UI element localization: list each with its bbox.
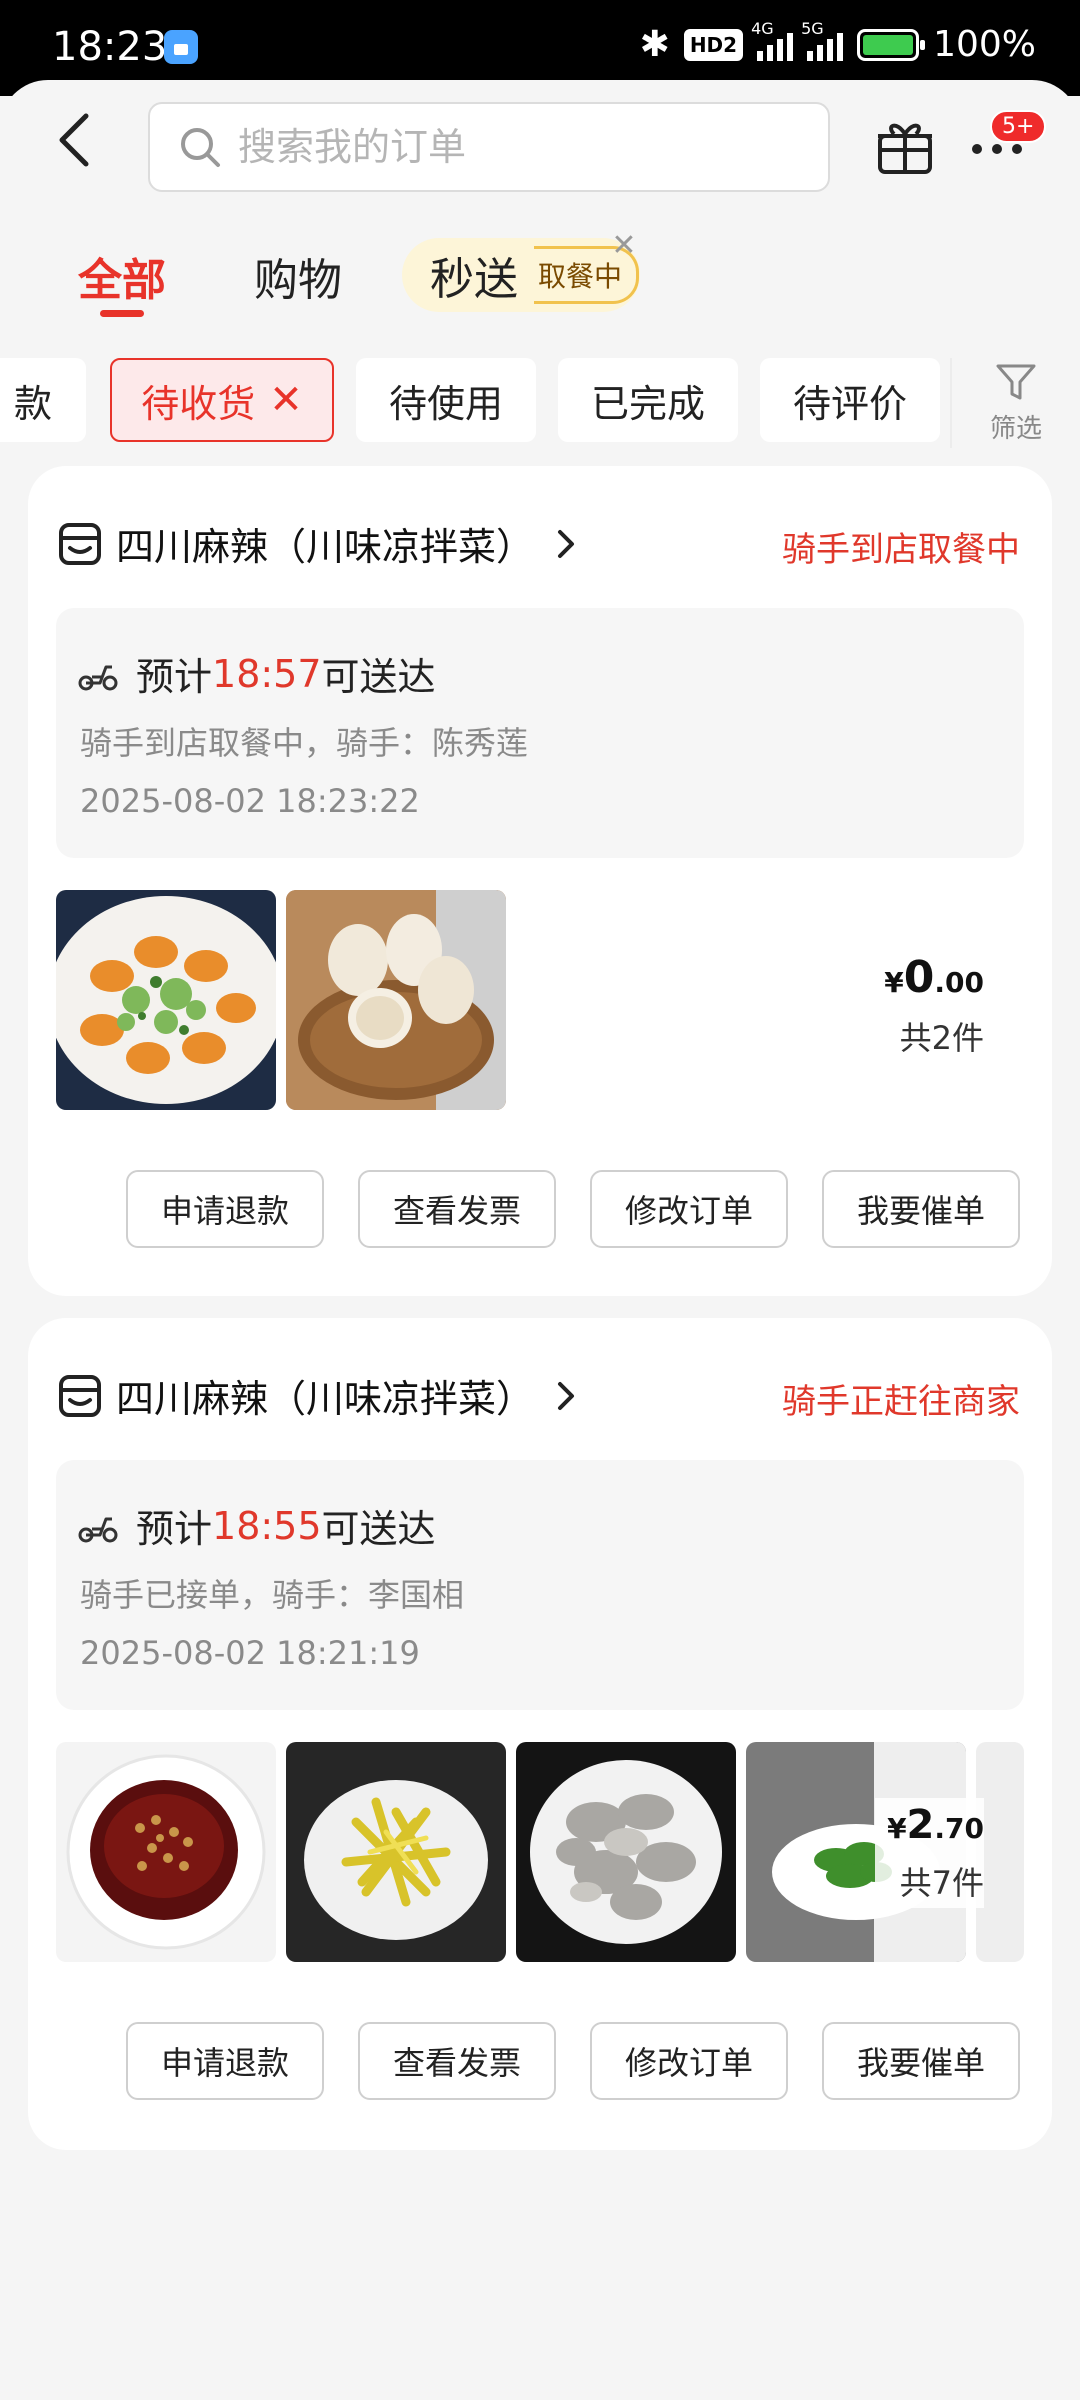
- close-icon[interactable]: ✕: [610, 231, 638, 261]
- urge-order-button[interactable]: 我要催单: [822, 2022, 1020, 2100]
- eta-suffix: 可送达: [321, 655, 436, 699]
- more-menu-button[interactable]: 5+: [966, 110, 1047, 178]
- order-status: 骑手到店取餐中: [782, 530, 1020, 570]
- tab-express-label: 秒送: [430, 254, 518, 305]
- tab-express[interactable]: 秒送 取餐中: [402, 238, 640, 312]
- chip-label: 待评价: [792, 381, 907, 426]
- chevron-right-icon: [558, 529, 575, 558]
- funnel-icon: [996, 364, 1036, 400]
- store-link[interactable]: 四川麻辣（川味凉拌菜）: [58, 516, 576, 571]
- eta-prefix: 预计: [136, 655, 213, 699]
- bluetooth-icon: ✱: [639, 24, 670, 65]
- chip-label: 待收货: [141, 381, 256, 426]
- search-icon: [181, 128, 220, 167]
- signal-4g-icon: 4G: [751, 19, 794, 61]
- filter-button[interactable]: 筛选: [950, 358, 1080, 448]
- item-count: 共7件: [899, 1864, 984, 1902]
- chip-label: 待使用: [388, 381, 503, 426]
- eta-suffix: 可送达: [321, 1507, 436, 1551]
- chevron-right-icon: [558, 1381, 575, 1410]
- gift-icon[interactable]: [872, 112, 938, 178]
- notification-badge: 5+: [990, 110, 1047, 143]
- status-icons: ✱ HD2 4G 5G 100%: [639, 19, 1036, 66]
- refund-button[interactable]: 申请退款: [126, 2022, 324, 2100]
- search-input[interactable]: [238, 125, 798, 169]
- chip-refund-partial[interactable]: 款: [0, 358, 86, 442]
- scooter-icon: [78, 1517, 118, 1542]
- eta-row: 预计 18:55 可送达: [78, 1498, 436, 1553]
- order-actions: 申请退款 查看发票 修改订单 我要催单: [126, 2022, 1020, 2100]
- modify-order-button[interactable]: 修改订单: [590, 2022, 788, 2100]
- battery-percent: 100%: [933, 24, 1036, 65]
- order-price-block: ¥2.70 共7件: [875, 1798, 984, 1908]
- modify-order-button[interactable]: 修改订单: [590, 1170, 788, 1248]
- eta-row: 预计 18:57 可送达: [78, 646, 436, 701]
- chip-label: 已完成: [590, 381, 705, 426]
- eta-time: 18:57: [212, 651, 322, 696]
- item-count: 共2件: [899, 1019, 984, 1057]
- chip-close-icon[interactable]: ✕: [269, 377, 303, 423]
- hd-voice-icon: HD2: [683, 28, 744, 61]
- order-timestamp: 2025-08-02 18:21:19: [80, 1634, 420, 1672]
- product-thumbnails[interactable]: ¥0.00 共2件: [56, 890, 1024, 1112]
- order-status: 骑手正赶往商家: [782, 1382, 1020, 1422]
- store-name: 四川麻辣（川味凉拌菜）: [116, 525, 535, 569]
- eta-prefix: 预计: [136, 1507, 213, 1551]
- rider-info: 骑手到店取餐中，骑手：陈秀莲: [80, 724, 529, 762]
- view-invoice-button[interactable]: 查看发票: [358, 2022, 556, 2100]
- product-image: [286, 1742, 506, 1962]
- product-image: [56, 890, 276, 1110]
- tab-shopping[interactable]: 购物: [254, 244, 342, 308]
- order-timestamp: 2025-08-02 18:23:22: [80, 782, 420, 820]
- view-invoice-button[interactable]: 查看发票: [358, 1170, 556, 1248]
- tab-all[interactable]: 全部: [78, 244, 166, 317]
- urge-order-button[interactable]: 我要催单: [822, 1170, 1020, 1248]
- delivery-info[interactable]: 预计 18:55 可送达 骑手已接单，骑手：李国相 2025-08-02 18:21…: [56, 1460, 1024, 1710]
- product-image: [286, 890, 506, 1110]
- refund-button[interactable]: 申请退款: [126, 1170, 324, 1248]
- app-lock-icon: [164, 30, 198, 64]
- chip-label: 款: [13, 381, 52, 426]
- product-image: [56, 1742, 276, 1962]
- chip-to-use[interactable]: 待使用: [356, 358, 536, 442]
- more-dots-icon: [972, 144, 1022, 154]
- order-actions: 申请退款 查看发票 修改订单 我要催单: [126, 1170, 1020, 1248]
- chip-completed[interactable]: 已完成: [558, 358, 738, 442]
- rider-info: 骑手已接单，骑手：李国相: [80, 1576, 465, 1614]
- back-arrow-icon[interactable]: [52, 110, 96, 170]
- status-filter-chips: 款 待收货 ✕ 待使用 已完成 待评价 筛选: [0, 358, 1080, 448]
- status-time: 18:23: [52, 24, 168, 70]
- store-name: 四川麻辣（川味凉拌菜）: [116, 1377, 535, 1421]
- order-price-block: ¥0.00 共2件: [884, 952, 984, 1059]
- scooter-icon: [78, 665, 118, 690]
- eta-time: 18:55: [212, 1503, 322, 1548]
- search-bar[interactable]: [148, 102, 830, 192]
- filter-label: 筛选: [989, 414, 1042, 444]
- battery-icon: [857, 28, 926, 61]
- delivery-info[interactable]: 预计 18:57 可送达 骑手到店取餐中，骑手：陈秀莲 2025-08-02 18:…: [56, 608, 1024, 858]
- order-price: ¥0.00: [884, 952, 984, 1003]
- product-image: [516, 1742, 736, 1962]
- chip-to-receive[interactable]: 待收货 ✕: [110, 358, 334, 442]
- store-link[interactable]: 四川麻辣（川味凉拌菜）: [58, 1368, 576, 1423]
- order-card[interactable]: 四川麻辣（川味凉拌菜） 骑手正赶往商家 预计 18:55 可送达 骑手已接单，骑手：…: [28, 1318, 1052, 2150]
- chip-to-review[interactable]: 待评价: [760, 358, 940, 442]
- order-card[interactable]: 四川麻辣（川味凉拌菜） 骑手到店取餐中 预计 18:57 可送达 骑手到店取餐中，骑…: [28, 466, 1052, 1296]
- order-price: ¥2.70: [887, 1802, 984, 1848]
- store-icon: [59, 1374, 101, 1417]
- order-type-tabs: 全部 购物: [78, 244, 430, 317]
- store-icon: [59, 522, 101, 565]
- product-thumbnails[interactable]: ¥2.70 共7件: [56, 1742, 1024, 1964]
- signal-5g-icon: 5G: [801, 19, 844, 61]
